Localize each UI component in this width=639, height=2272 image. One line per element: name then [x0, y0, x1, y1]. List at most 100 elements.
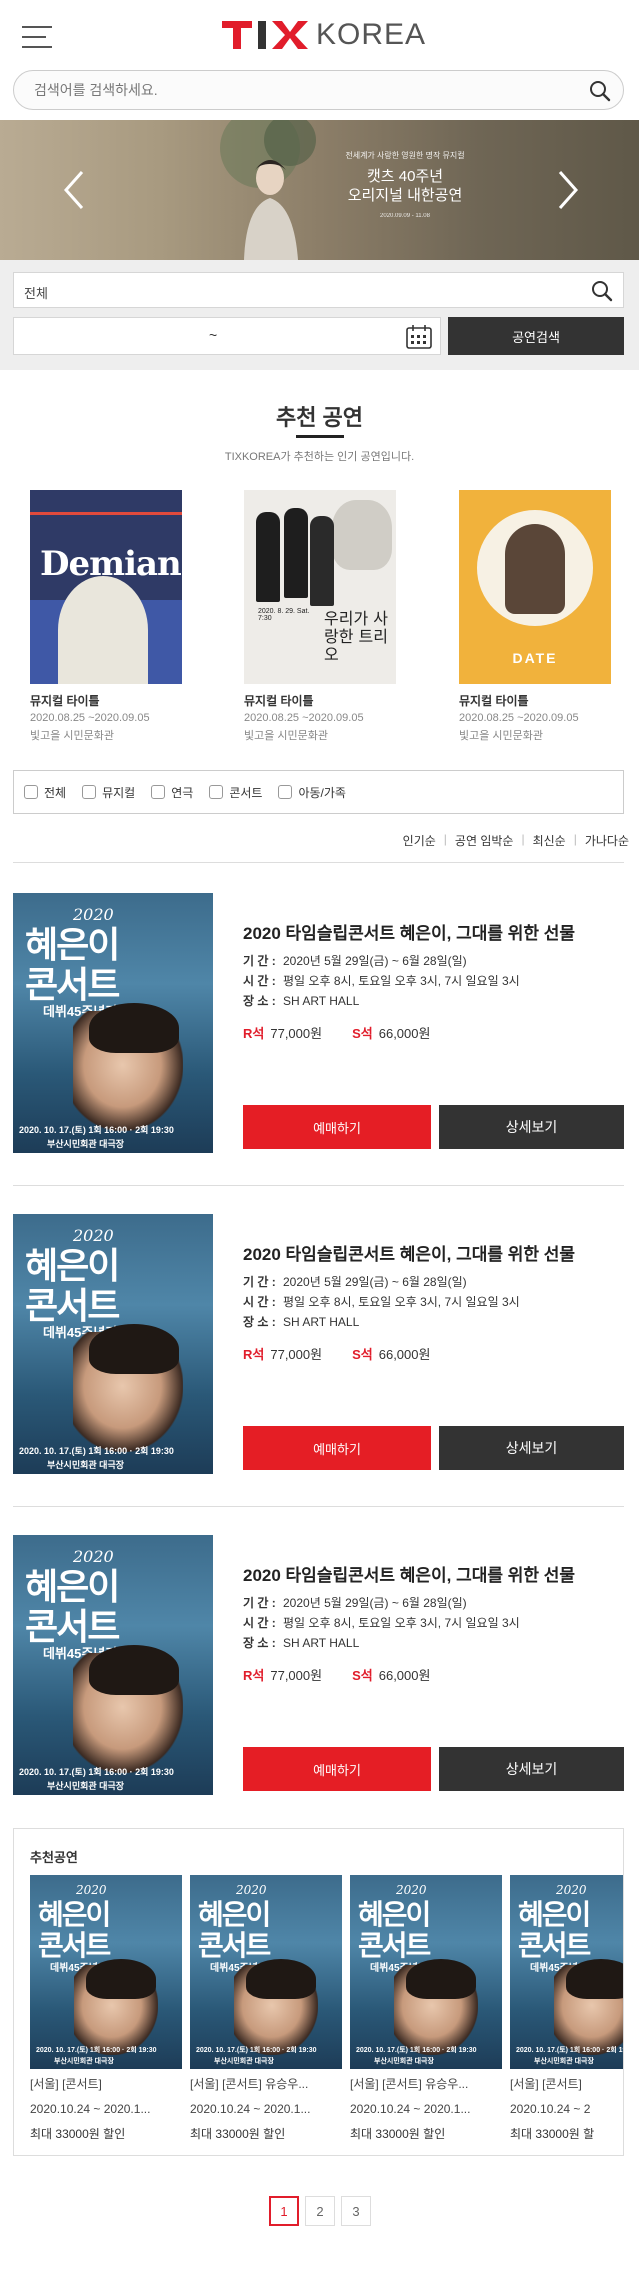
banner-date: 2020.09.09 - 11.08 [380, 213, 430, 219]
sort-latest[interactable]: 최신순 [525, 832, 574, 849]
recommended-carousel: 추천공연 2020 혜은이콘서트 데뷔45주년기념 2020. 10. 17.(… [13, 1828, 624, 2156]
calendar-icon[interactable] [406, 325, 432, 349]
category-select[interactable]: 전체 [13, 272, 624, 308]
genre-checkbox-musical[interactable]: 뮤지컬 [82, 784, 135, 801]
poster-image: DATE [459, 490, 611, 684]
logo-korea-text: KOREA [316, 18, 427, 51]
logo[interactable]: KOREA [222, 18, 426, 52]
search-input[interactable] [14, 71, 554, 109]
recommended-item-venue: 빛고을 시민문화관 [459, 730, 544, 742]
recommended-item[interactable]: DATE 뮤지컬 타이틀 2020.08.25 ~2020.09.05 빛고을 … [459, 490, 619, 743]
show-price: R석 77,000원 S석 66,000원 [243, 1668, 431, 1683]
banner-title-line1: 캣츠 40주년 [366, 168, 444, 185]
promo-banner[interactable]: 전세계가 사랑한 영원한 명작 뮤지컬 캣츠 40주년 오리지널 내한공연 20… [0, 120, 639, 260]
sort-popular[interactable]: 인기순 [395, 832, 444, 849]
poster-text: Demian [40, 544, 182, 584]
poster-image[interactable]: 2020 혜은이콘서트 데뷔45주년기념 2020. 10. 17.(토) 1회… [13, 1535, 213, 1795]
book-button[interactable]: 예매하기 [243, 1426, 431, 1470]
sort-imminent[interactable]: 공연 임박순 [447, 832, 522, 849]
poster-date: 2020. 8. 29. Sat. 7:30 [258, 608, 310, 622]
recommended-item[interactable]: 2020. 8. 29. Sat. 7:30 우리가 사랑한 트리오 뮤지컬 타… [244, 490, 404, 743]
carousel-item-date: 2020.10.24 ~ 2020.1... [30, 2102, 151, 2116]
sort-bar: 인기순 | 공연 임박순 | 최신순 | 가나다순 [395, 832, 629, 849]
show-price: R석 77,000원 S석 66,000원 [243, 1347, 431, 1362]
carousel-item[interactable]: 2020 혜은이콘서트 데뷔45주년기념 2020. 10. 17.(토) 1회… [350, 1875, 502, 2144]
show-title[interactable]: 2020 타임슬립콘서트 혜은이, 그대를 위한 선물 [243, 919, 575, 944]
poster-image: 2020 혜은이콘서트 데뷔45주년기념 2020. 10. 17.(토) 1회… [350, 1875, 502, 2069]
detail-button[interactable]: 상세보기 [439, 1747, 624, 1791]
sort-alphabetical[interactable]: 가나다순 [577, 832, 629, 849]
logo-tix [222, 19, 308, 51]
checkbox-icon [151, 785, 166, 799]
poster-image[interactable]: 2020 혜은이콘서트 데뷔45주년기념 2020. 10. 17.(토) 1회… [13, 1214, 213, 1474]
checkbox-icon [278, 785, 293, 799]
poster-text: 우리가 사랑한 트리오 [324, 609, 388, 664]
poster-image: 2020 혜은이콘서트 데뷔45주년기념 2020. 10. 17.(토) 1회… [510, 1875, 623, 2069]
show-meta: 기 간 :2020년 5월 29일(금) ~ 6월 28일(일) 시 간 : 평일… [243, 1275, 520, 1329]
menu-icon[interactable] [22, 26, 52, 48]
carousel-item-discount: 최대 33000원 할인 [30, 2127, 126, 2141]
genre-checkbox-family[interactable]: 아동/가족 [278, 784, 346, 801]
show-meta: 기 간 :2020년 5월 29일(금) ~ 6월 28일(일) 시 간 : 평일… [243, 954, 520, 1008]
carousel-title: 추천공연 [30, 1850, 78, 1865]
date-separator: ~ [209, 327, 218, 343]
show-meta: 기 간 :2020년 5월 29일(금) ~ 6월 28일(일) 시 간 : 평일… [243, 1596, 520, 1650]
search-icon[interactable] [591, 280, 613, 302]
pagination: 1 2 3 [269, 2196, 377, 2226]
recommended-item-type: 뮤지컬 타이틀 [30, 694, 100, 708]
detail-button[interactable]: 상세보기 [439, 1105, 624, 1149]
recommended-title-underline [296, 435, 344, 438]
poster-image[interactable]: 2020 혜은이콘서트 데뷔45주년기념 2020. 10. 17.(토) 1회… [13, 893, 213, 1153]
show-title[interactable]: 2020 타임슬립콘서트 혜은이, 그대를 위한 선물 [243, 1240, 575, 1265]
search-bar [13, 70, 624, 110]
banner-text: 전세계가 사랑한 영원한 명작 뮤지컬 캣츠 40주년 오리지널 내한공연 20… [330, 150, 480, 219]
carousel-item-discount: 최대 33000원 할인 [350, 2127, 446, 2141]
detail-button[interactable]: 상세보기 [439, 1426, 624, 1470]
recommended-item-date: 2020.08.25 ~2020.09.05 [459, 712, 579, 724]
genre-filter: 전체 뮤지컬 연극 콘서트 아동/가족 [13, 770, 624, 814]
header: KOREA [0, 0, 639, 68]
carousel-item-category: [서울] [콘서트] [510, 2077, 582, 2091]
show-title[interactable]: 2020 타임슬립콘서트 혜은이, 그대를 위한 선물 [243, 1561, 575, 1586]
poster-image: 2020 혜은이콘서트 데뷔45주년기념 2020. 10. 17.(토) 1회… [30, 1875, 182, 2069]
carousel-item-category: [서울] [콘서트] [30, 2077, 102, 2091]
chevron-left-icon[interactable] [60, 168, 90, 212]
chevron-right-icon[interactable] [552, 168, 582, 212]
page-button-3[interactable]: 3 [341, 2196, 371, 2226]
logo-tix-mark [222, 21, 308, 49]
checkbox-icon [209, 785, 224, 799]
carousel-item-discount: 최대 33000원 할 [510, 2127, 595, 2141]
banner-title-line2: 오리지널 내한공연 [347, 187, 463, 204]
show-search-button[interactable]: 공연검색 [448, 317, 624, 355]
date-range-input[interactable]: ~ [13, 317, 441, 355]
carousel-item[interactable]: 2020 혜은이콘서트 데뷔45주년기념 2020. 10. 17.(토) 1회… [30, 1875, 182, 2144]
checkbox-icon [82, 785, 97, 799]
recommended-item-type: 뮤지컬 타이틀 [459, 694, 529, 708]
book-button[interactable]: 예매하기 [243, 1105, 431, 1149]
carousel-item[interactable]: 2020 혜은이콘서트 데뷔45주년기념 2020. 10. 17.(토) 1회… [510, 1875, 623, 2144]
recommended-item-venue: 빛고을 시민문화관 [244, 730, 329, 742]
recommended-item[interactable]: Demian 뮤지컬 타이틀 2020.08.25 ~2020.09.05 빛고… [30, 490, 190, 743]
search-icon[interactable] [589, 80, 611, 102]
carousel-item-category: [서울] [콘서트] 유승우... [350, 2077, 469, 2091]
recommended-title: 추천 공연 [275, 405, 364, 430]
page-button-2[interactable]: 2 [305, 2196, 335, 2226]
poster-image: 2020. 8. 29. Sat. 7:30 우리가 사랑한 트리오 [244, 490, 396, 684]
filter-area: 전체 ~ 공연검색 [0, 260, 639, 370]
carousel-item-date: 2020.10.24 ~ 2020.1... [190, 2102, 311, 2116]
banner-subtitle: 전세계가 사랑한 영원한 명작 뮤지컬 [345, 151, 465, 160]
recommended-item-date: 2020.08.25 ~2020.09.05 [244, 712, 364, 724]
poster-image: Demian [30, 490, 182, 684]
show-item: 2020 혜은이콘서트 데뷔45주년기념 2020. 10. 17.(토) 1회… [13, 893, 624, 1153]
genre-checkbox-all[interactable]: 전체 [24, 784, 66, 801]
divider [13, 1185, 624, 1186]
page-button-1[interactable]: 1 [269, 2196, 299, 2226]
carousel-item-date: 2020.10.24 ~ 2 [510, 2102, 591, 2116]
genre-checkbox-concert[interactable]: 콘서트 [209, 784, 262, 801]
carousel-item-discount: 최대 33000원 할인 [190, 2127, 286, 2141]
show-item: 2020 혜은이콘서트 데뷔45주년기념 2020. 10. 17.(토) 1회… [13, 1535, 624, 1795]
book-button[interactable]: 예매하기 [243, 1747, 431, 1791]
genre-checkbox-play[interactable]: 연극 [151, 784, 193, 801]
carousel-item[interactable]: 2020 혜은이콘서트 데뷔45주년기념 2020. 10. 17.(토) 1회… [190, 1875, 342, 2144]
carousel-item-category: [서울] [콘서트] 유승우... [190, 2077, 309, 2091]
